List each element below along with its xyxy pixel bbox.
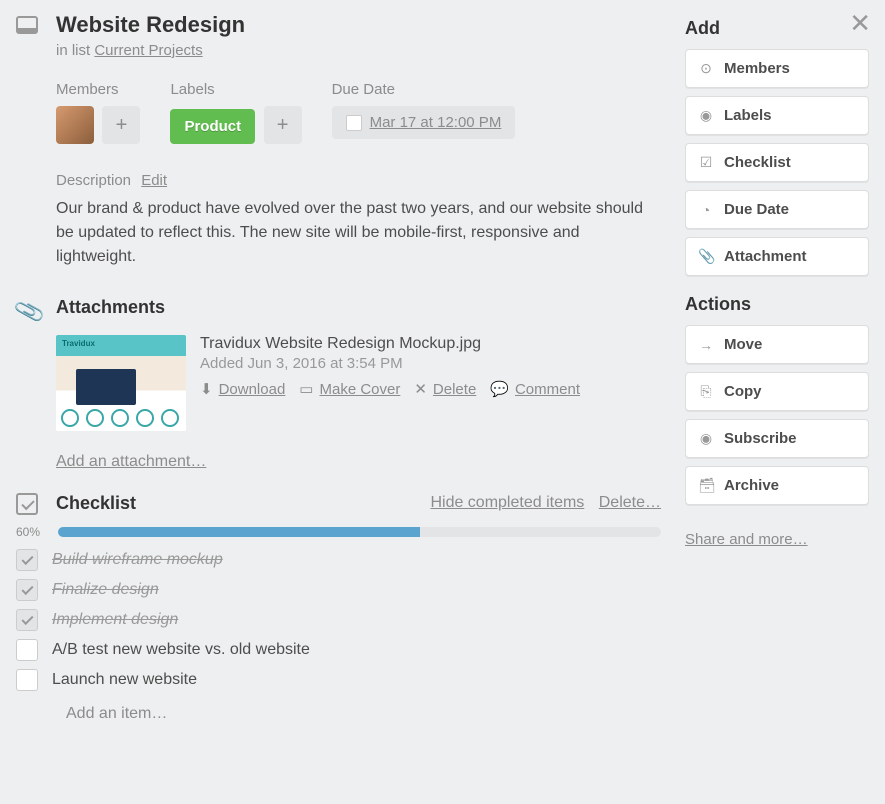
label-chip-product[interactable]: Product <box>170 109 255 144</box>
sidebar-add-due-date-button[interactable]: ◔ Due Date <box>685 190 869 229</box>
due-checkbox[interactable] <box>346 115 362 131</box>
progress-fill <box>58 527 420 537</box>
checklist-item-text[interactable]: Finalize design <box>52 581 159 599</box>
progress-percent: 60% <box>16 525 48 539</box>
copy-icon: ⎘ <box>698 383 714 400</box>
checklist-checkbox[interactable] <box>16 609 38 631</box>
arrow-icon: → <box>698 337 714 353</box>
download-link[interactable]: ⬇ Download <box>200 380 285 398</box>
due-label: Due Date <box>332 81 516 98</box>
sidebar-button-label: Due Date <box>724 201 789 218</box>
delete-attachment-link[interactable]: ✕ Delete <box>414 380 476 398</box>
member-avatar[interactable] <box>56 106 94 144</box>
checklist-checkbox[interactable] <box>16 639 38 661</box>
sidebar-add-members-button[interactable]: ⊙ Members <box>685 49 869 88</box>
add-member-button[interactable]: + <box>102 106 140 144</box>
sidebar-action-copy-button[interactable]: ⎘ Copy <box>685 372 869 411</box>
attachment-meta: Added Jun 3, 2016 at 3:54 PM <box>200 355 661 372</box>
sidebar-actions-heading: Actions <box>685 294 869 315</box>
sidebar-action-move-button[interactable]: → Move <box>685 325 869 364</box>
progress-bar <box>58 527 661 537</box>
attachment-name[interactable]: Travidux Website Redesign Mockup.jpg <box>200 335 661 353</box>
checklist-checkbox[interactable] <box>16 669 38 691</box>
checklist-icon <box>16 493 38 515</box>
members-label: Members <box>56 81 140 98</box>
checklist-item: Implement design <box>16 609 661 631</box>
sidebar-button-label: Subscribe <box>724 430 797 447</box>
sidebar-button-label: Labels <box>724 107 772 124</box>
add-label-button[interactable]: + <box>264 106 302 144</box>
eye-icon: ◉ <box>698 430 714 447</box>
sidebar-button-label: Members <box>724 60 790 77</box>
edit-description-link[interactable]: Edit <box>141 172 167 189</box>
checklist-item: Finalize design <box>16 579 661 601</box>
make-cover-link[interactable]: ▭ Make Cover <box>299 380 400 398</box>
in-list-prefix: in list <box>56 42 94 59</box>
sidebar-button-label: Archive <box>724 477 779 494</box>
hide-completed-link[interactable]: Hide completed items <box>430 494 584 511</box>
checklist-item: A/B test new website vs. old website <box>16 639 661 661</box>
person-icon: ⊙ <box>698 60 714 77</box>
attachment-icon: 📎 <box>698 248 714 265</box>
delete-checklist-link[interactable]: Delete… <box>599 494 661 511</box>
attachment-icon: 📎 <box>12 295 47 329</box>
checklist-item-text[interactable]: Build wireframe mockup <box>52 551 223 569</box>
sidebar-button-label: Move <box>724 336 762 353</box>
checklist-item-text[interactable]: Launch new website <box>52 671 197 689</box>
comment-link[interactable]: 💬 Comment <box>490 380 580 398</box>
due-date-text: Mar 17 at 12:00 PM <box>370 114 502 131</box>
attachment-item: Travidux Website Redesign Mockup.jpg Add… <box>56 335 661 431</box>
sidebar-add-heading: Add <box>685 18 869 39</box>
sidebar-action-subscribe-button[interactable]: ◉ Subscribe <box>685 419 869 458</box>
add-checklist-item[interactable]: Add an item… <box>66 705 661 723</box>
card-subtitle: in list Current Projects <box>56 42 245 59</box>
sidebar-add-attachment-button[interactable]: 📎 Attachment <box>685 237 869 276</box>
share-link[interactable]: Share and more… <box>685 531 808 548</box>
sidebar-button-label: Attachment <box>724 248 807 265</box>
close-button[interactable]: ✕ <box>849 10 871 36</box>
checklist-item: Build wireframe mockup <box>16 549 661 571</box>
attachment-thumbnail[interactable] <box>56 335 186 431</box>
labels-label: Labels <box>170 81 301 98</box>
sidebar-add-checklist-button[interactable]: ☑ Checklist <box>685 143 869 182</box>
description-heading: Description <box>56 172 131 189</box>
sidebar-button-label: Copy <box>724 383 762 400</box>
add-attachment-link[interactable]: Add an attachment… <box>56 453 206 471</box>
description-text[interactable]: Our brand & product have evolved over th… <box>56 197 661 269</box>
checklist-checkbox[interactable] <box>16 549 38 571</box>
due-block: Due Date Mar 17 at 12:00 PM <box>332 81 516 144</box>
sidebar-action-archive-button[interactable]: 🗃 Archive <box>685 466 869 505</box>
members-block: Members + <box>56 81 140 144</box>
archive-icon: 🗃 <box>698 477 714 494</box>
labels-block: Labels Product + <box>170 81 301 144</box>
checklist-item: Launch new website <box>16 669 661 691</box>
list-link[interactable]: Current Projects <box>94 42 202 59</box>
sidebar-add-labels-button[interactable]: ◉ Labels <box>685 96 869 135</box>
checklist-heading: Checklist <box>56 493 420 514</box>
clock-icon: ◔ <box>698 202 714 218</box>
checklist-item-text[interactable]: Implement design <box>52 611 178 629</box>
checklist-icon: ☑ <box>698 154 714 171</box>
checklist-item-text[interactable]: A/B test new website vs. old website <box>52 641 310 659</box>
card-title[interactable]: Website Redesign <box>56 12 245 38</box>
checklist-checkbox[interactable] <box>16 579 38 601</box>
attachments-heading: Attachments <box>56 297 165 318</box>
card-icon <box>16 16 38 34</box>
tag-icon: ◉ <box>698 107 714 124</box>
due-date-pill[interactable]: Mar 17 at 12:00 PM <box>332 106 516 139</box>
sidebar-button-label: Checklist <box>724 154 791 171</box>
